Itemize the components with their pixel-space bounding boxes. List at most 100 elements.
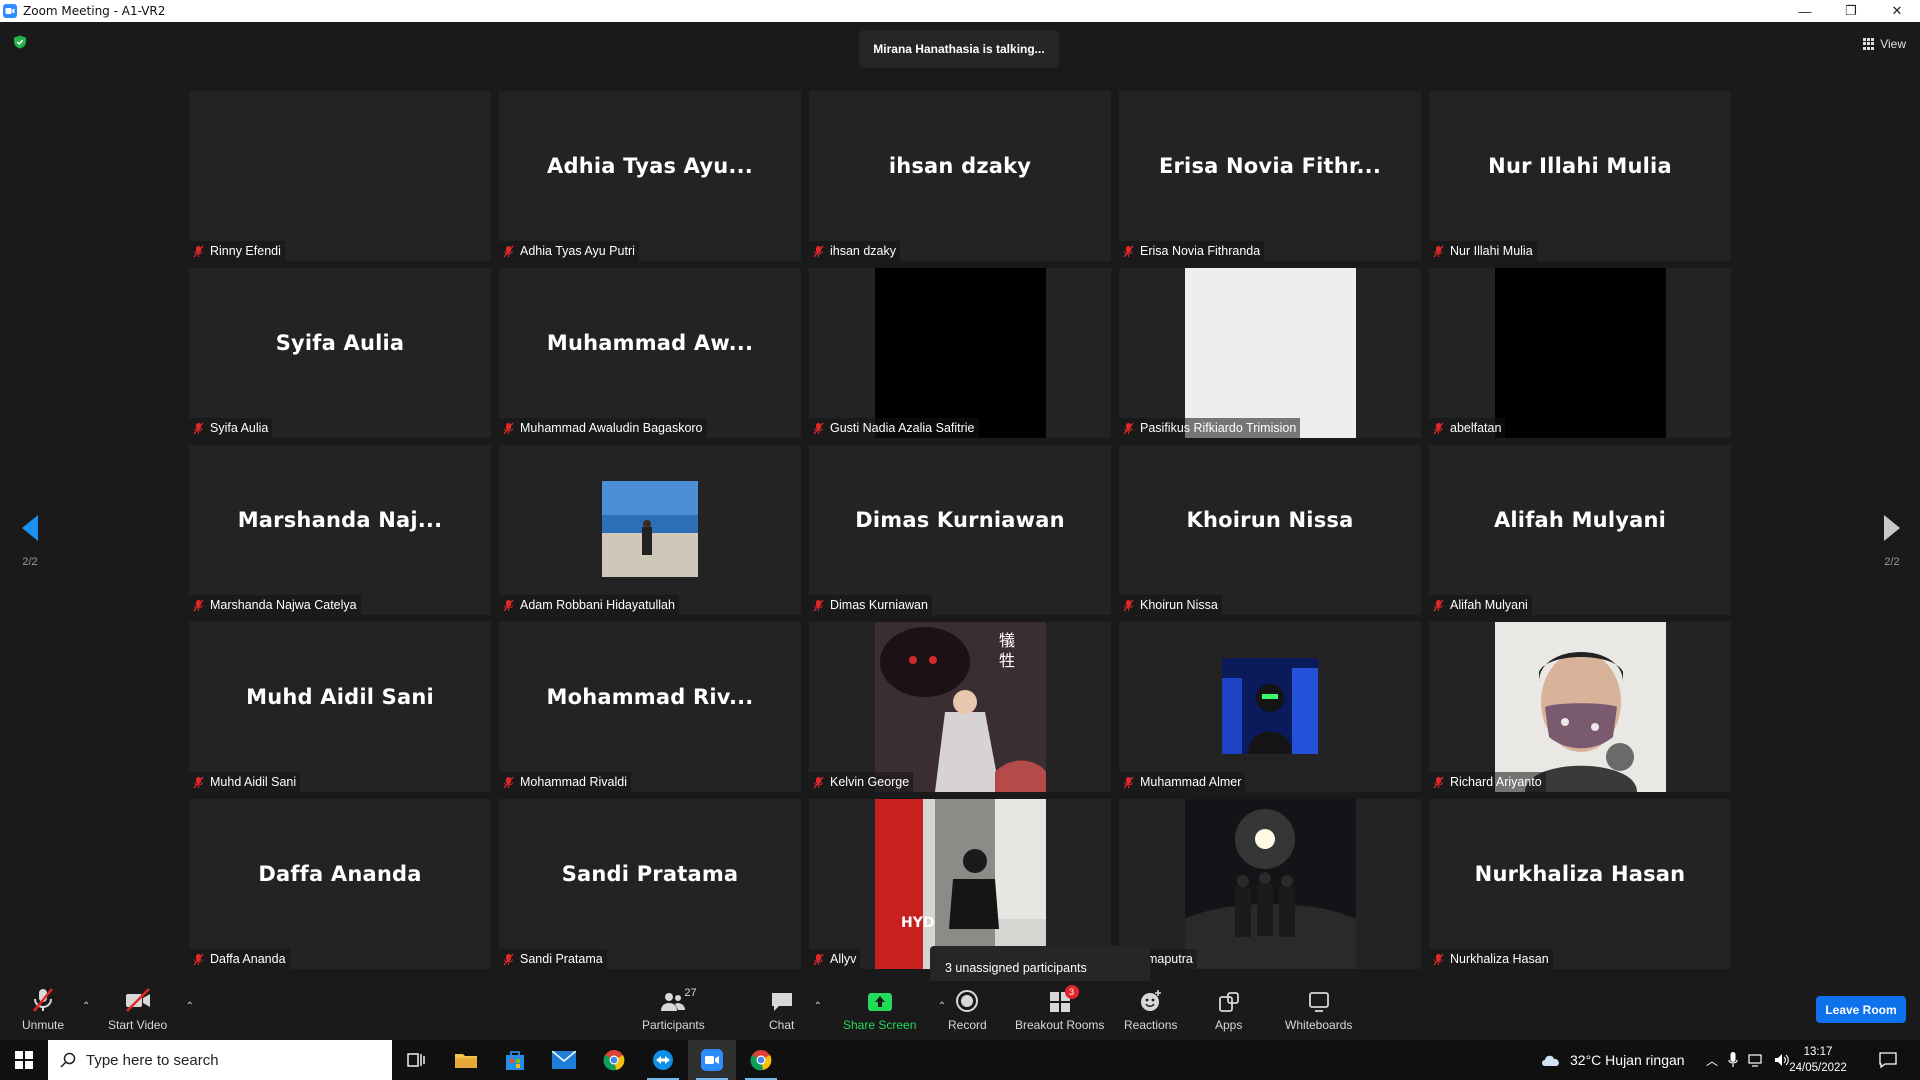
participant-tile[interactable]: Muhammad Almer bbox=[1119, 622, 1421, 792]
start-video-label: Start Video bbox=[108, 1018, 168, 1032]
zoom-taskbar-button[interactable] bbox=[688, 1040, 736, 1080]
participant-tile[interactable]: Gusti Nadia Azalia Safitrie bbox=[809, 268, 1111, 438]
task-view-button[interactable] bbox=[392, 1040, 440, 1080]
start-video-button[interactable]: ⌃ Start Video bbox=[108, 987, 194, 1032]
start-button[interactable] bbox=[0, 1040, 48, 1080]
active-speaker-banner: Mirana Hanathasia is talking... bbox=[859, 30, 1059, 68]
participant-tile[interactable]: Adhia Tyas Ayu... Adhia Tyas Ayu Putri bbox=[499, 91, 801, 261]
muted-mic-icon bbox=[1433, 599, 1444, 611]
taskbar-search-box[interactable] bbox=[48, 1040, 392, 1080]
notifications-button[interactable] bbox=[1864, 1040, 1912, 1080]
participant-tile[interactable]: ihsan dzaky ihsan dzaky bbox=[809, 91, 1111, 261]
participant-tile[interactable]: Alifah Mulyani Alifah Mulyani bbox=[1429, 445, 1731, 615]
previous-page-button[interactable]: 2/2 bbox=[10, 514, 50, 594]
chat-button[interactable]: ⌃ Chat bbox=[769, 987, 822, 1032]
participant-tile[interactable]: amaputra bbox=[1119, 799, 1421, 969]
whiteboards-button[interactable]: Whiteboards bbox=[1285, 987, 1352, 1032]
participant-tile[interactable]: Daffa Ananda Daffa Ananda bbox=[189, 799, 491, 969]
participant-tile[interactable]: Nurkhaliza Hasan Nurkhaliza Hasan bbox=[1429, 799, 1731, 969]
minimize-button[interactable]: — bbox=[1782, 0, 1828, 22]
participant-name: Alifah Mulyani bbox=[1450, 598, 1528, 612]
participant-tile[interactable]: Sandi Pratama Sandi Pratama bbox=[499, 799, 801, 969]
participant-display-name: Adhia Tyas Ayu... bbox=[547, 154, 753, 178]
participants-button[interactable]: 27 Participants bbox=[642, 987, 705, 1032]
participant-tile[interactable]: Syifa Aulia Syifa Aulia bbox=[189, 268, 491, 438]
participants-icon bbox=[661, 993, 686, 1011]
apps-icon bbox=[1218, 992, 1239, 1012]
participant-tile[interactable]: 犠牲 Kelvin George bbox=[809, 622, 1111, 792]
muted-mic-icon bbox=[193, 422, 204, 434]
participant-tile[interactable]: Nur Illahi Mulia Nur Illahi Mulia bbox=[1429, 91, 1731, 261]
unmute-button[interactable]: ⌃ Unmute bbox=[22, 987, 90, 1032]
reactions-button[interactable]: Reactions bbox=[1124, 987, 1177, 1032]
participant-tile[interactable]: Khoirun Nissa Khoirun Nissa bbox=[1119, 445, 1421, 615]
participant-name: Muhd Aidil Sani bbox=[210, 775, 297, 789]
participant-tile[interactable]: Muhd Aidil Sani Muhd Aidil Sani bbox=[189, 622, 491, 792]
meeting-stage: Mirana Hanathasia is talking... View 2/2… bbox=[0, 22, 1920, 990]
network-icon[interactable] bbox=[1748, 1053, 1764, 1067]
chrome-button[interactable] bbox=[590, 1040, 638, 1080]
encryption-shield-icon[interactable] bbox=[13, 35, 27, 49]
next-page-button[interactable]: 2/2 bbox=[1872, 514, 1912, 594]
arrow-left-icon bbox=[22, 515, 38, 541]
participant-name-label: Gusti Nadia Azalia Safitrie bbox=[809, 418, 979, 438]
participant-tile[interactable]: Adam Robbani Hidayatullah bbox=[499, 445, 801, 615]
share-screen-button[interactable]: ⌃ Share Screen bbox=[843, 987, 946, 1032]
participant-name-label: Syifa Aulia bbox=[189, 418, 273, 438]
participant-name: Muhammad Awaludin Bagaskoro bbox=[520, 421, 703, 435]
participant-tile[interactable]: Mohammad Riv... Mohammad Rivaldi bbox=[499, 622, 801, 792]
close-button[interactable]: ✕ bbox=[1874, 0, 1920, 22]
participant-name: Nur Illahi Mulia bbox=[1450, 244, 1533, 258]
audio-options-caret-icon[interactable]: ⌃ bbox=[82, 1001, 90, 1012]
participant-tile[interactable]: Dimas Kurniawan Dimas Kurniawan bbox=[809, 445, 1111, 615]
mail-envelope-icon bbox=[552, 1051, 576, 1069]
participant-display-name: Syifa Aulia bbox=[275, 331, 405, 355]
participant-tile[interactable]: Erisa Novia Fithr... Erisa Novia Fithrand… bbox=[1119, 91, 1421, 261]
share-options-caret-icon[interactable]: ⌃ bbox=[938, 1001, 946, 1012]
participant-name-label: Muhammad Almer bbox=[1119, 772, 1246, 792]
microphone-icon[interactable] bbox=[1728, 1052, 1738, 1068]
participant-tile[interactable]: Rinny Efendi bbox=[189, 91, 491, 261]
participant-name: Daffa Ananda bbox=[210, 952, 286, 966]
muted-mic-icon bbox=[193, 953, 204, 965]
participant-tile[interactable]: Marshanda Naj... Marshanda Najwa Catelya bbox=[189, 445, 491, 615]
teamviewer-button[interactable] bbox=[639, 1040, 687, 1080]
mail-button[interactable] bbox=[540, 1040, 588, 1080]
restore-button[interactable]: ❐ bbox=[1828, 0, 1874, 22]
chrome-profile-button[interactable] bbox=[737, 1040, 785, 1080]
leave-room-button[interactable]: Leave Room bbox=[1816, 996, 1906, 1023]
record-button[interactable]: Record bbox=[948, 987, 987, 1032]
participant-display-name: Mohammad Riv... bbox=[546, 685, 754, 709]
participant-name-label: Allyv bbox=[809, 949, 861, 969]
task-view-icon bbox=[407, 1053, 425, 1067]
chat-options-caret-icon[interactable]: ⌃ bbox=[814, 1001, 822, 1012]
participant-tile[interactable]: Pasifikus Rifkiardo Trimision bbox=[1119, 268, 1421, 438]
view-label: View bbox=[1880, 37, 1906, 51]
microsoft-store-button[interactable] bbox=[491, 1040, 539, 1080]
participant-tile[interactable]: abelfatan bbox=[1429, 268, 1731, 438]
participant-name-label: Nurkhaliza Hasan bbox=[1429, 949, 1553, 969]
muted-mic-icon bbox=[1433, 422, 1444, 434]
apps-button[interactable]: Apps bbox=[1215, 987, 1242, 1032]
record-icon bbox=[956, 990, 979, 1012]
participant-display-name: Sandi Pratama bbox=[561, 862, 739, 886]
chat-icon bbox=[771, 993, 792, 1011]
muted-mic-icon bbox=[1433, 953, 1444, 965]
participant-tile[interactable]: Richard Ariyanto bbox=[1429, 622, 1731, 792]
file-explorer-button[interactable] bbox=[442, 1040, 490, 1080]
chevron-up-icon[interactable]: ︿ bbox=[1706, 1052, 1718, 1069]
video-options-caret-icon[interactable]: ⌃ bbox=[186, 1001, 194, 1012]
view-button[interactable]: View bbox=[1863, 34, 1906, 54]
taskbar-clock[interactable]: 13:17 24/05/2022 bbox=[1786, 1044, 1850, 1076]
participant-tile[interactable]: HYD Allyv bbox=[809, 799, 1111, 969]
participant-tile[interactable]: Muhammad Aw... Muhammad Awaludin Bagaskor… bbox=[499, 268, 801, 438]
muted-mic-icon bbox=[813, 953, 824, 965]
breakout-rooms-button[interactable]: 3 Breakout Rooms bbox=[1015, 985, 1104, 1032]
participant-display-name: ihsan dzaky bbox=[888, 154, 1032, 178]
svg-text:牲: 牲 bbox=[999, 651, 1015, 670]
participant-name-label: Adhia Tyas Ayu Putri bbox=[499, 241, 639, 261]
taskbar-search-input[interactable] bbox=[86, 1051, 366, 1069]
weather-widget[interactable]: 32°C Hujan ringan bbox=[1540, 1040, 1685, 1080]
video-off-icon bbox=[125, 988, 150, 1012]
participant-profile-photo bbox=[1222, 658, 1318, 754]
